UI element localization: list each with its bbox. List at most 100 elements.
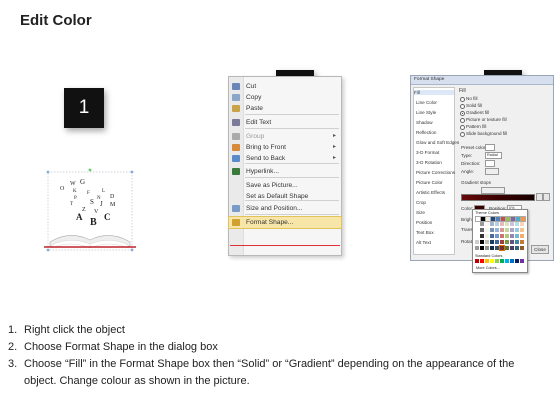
theme-shade-swatch[interactable] <box>520 228 524 232</box>
theme-shade-swatch[interactable] <box>500 234 504 238</box>
type-dropdown[interactable]: Radial <box>485 152 502 159</box>
radio-gradient-fill[interactable] <box>460 111 465 116</box>
theme-shade-swatch[interactable] <box>490 246 494 250</box>
category-line-color[interactable]: Line Color <box>416 100 437 105</box>
theme-shade-swatch[interactable] <box>510 246 514 250</box>
theme-shade-swatch[interactable] <box>520 240 524 244</box>
theme-shade-swatch[interactable] <box>490 240 494 244</box>
menu-item-send-to-back[interactable]: Send to Back ▸ <box>229 153 341 164</box>
standard-color-swatch[interactable] <box>510 259 514 263</box>
theme-shade-swatch[interactable] <box>485 234 489 238</box>
category-line-style[interactable]: Line Style <box>416 110 436 115</box>
book-picture[interactable]: OWGKFLPNTDSJMZVABC <box>40 168 140 256</box>
theme-shade-swatch[interactable] <box>475 222 479 226</box>
theme-shade-swatch[interactable] <box>505 240 509 244</box>
close-button[interactable]: Close <box>531 245 549 254</box>
theme-shade-swatch[interactable] <box>495 240 499 244</box>
theme-shade-swatch[interactable] <box>510 234 514 238</box>
radio-picture-or-texture-fill[interactable] <box>460 118 465 123</box>
theme-shade-swatch[interactable] <box>490 228 494 232</box>
standard-color-swatch[interactable] <box>480 259 484 263</box>
theme-shade-swatch[interactable] <box>475 240 479 244</box>
add-stop-button[interactable] <box>536 193 543 201</box>
theme-shade-swatch[interactable] <box>480 234 484 238</box>
theme-shade-swatch[interactable] <box>505 234 509 238</box>
theme-shade-swatch[interactable] <box>515 246 519 250</box>
theme-shade-swatch[interactable] <box>505 222 509 226</box>
theme-shade-swatch[interactable] <box>495 246 499 250</box>
theme-shade-swatch[interactable] <box>500 228 504 232</box>
direction-dropdown[interactable] <box>485 160 495 167</box>
standard-color-swatch[interactable] <box>490 259 494 263</box>
theme-shade-swatch[interactable] <box>485 222 489 226</box>
angle-field[interactable] <box>485 168 499 175</box>
theme-shade-swatch[interactable] <box>500 222 504 226</box>
standard-color-swatch[interactable] <box>495 259 499 263</box>
category-3-d-rotation[interactable]: 3-D Rotation <box>416 160 442 165</box>
theme-shade-swatch[interactable] <box>485 240 489 244</box>
menu-item-copy[interactable]: Copy <box>229 92 341 103</box>
theme-shade-swatch[interactable] <box>475 246 479 250</box>
theme-shade-swatch[interactable] <box>485 246 489 250</box>
menu-item-group[interactable]: Group ▸ <box>229 131 341 142</box>
standard-color-swatch[interactable] <box>485 259 489 263</box>
category-3-d-format[interactable]: 3-D Format <box>416 150 439 155</box>
theme-shade-swatch[interactable] <box>515 240 519 244</box>
theme-shade-swatch[interactable] <box>520 234 524 238</box>
menu-item-bring-to-front[interactable]: Bring to Front ▸ <box>229 142 341 153</box>
radio-solid-fill[interactable] <box>460 104 465 109</box>
category-fill[interactable]: Fill <box>414 90 454 95</box>
theme-shade-swatch[interactable] <box>505 228 509 232</box>
theme-shade-swatch[interactable] <box>495 228 499 232</box>
theme-shade-swatch[interactable] <box>490 222 494 226</box>
menu-item-paste[interactable]: Paste <box>229 103 341 114</box>
category-alt-text[interactable]: Alt Text <box>416 240 431 245</box>
radio-no-fill[interactable] <box>460 97 465 102</box>
category-position[interactable]: Position <box>416 220 432 225</box>
standard-color-swatch[interactable] <box>500 259 504 263</box>
standard-color-swatch[interactable] <box>515 259 519 263</box>
theme-shade-swatch[interactable] <box>480 228 484 232</box>
theme-shade-swatch[interactable] <box>475 234 479 238</box>
theme-shade-swatch[interactable] <box>515 234 519 238</box>
standard-color-swatch[interactable] <box>475 259 479 263</box>
category-glow-and-soft-edges[interactable]: Glow and Soft Edges <box>416 140 459 145</box>
theme-shade-swatch[interactable] <box>480 246 484 250</box>
gradient-stops-slider[interactable] <box>461 194 535 201</box>
theme-shade-swatch[interactable] <box>505 246 509 250</box>
radio-pattern-fill[interactable] <box>460 125 465 130</box>
theme-shade-swatch[interactable] <box>475 228 479 232</box>
theme-shade-swatch[interactable] <box>480 240 484 244</box>
remove-stop-button[interactable] <box>543 193 550 201</box>
theme-shade-swatch[interactable] <box>495 234 499 238</box>
menu-item-save-as-picture[interactable]: Save as Picture... <box>229 180 341 191</box>
preset-colors-dropdown[interactable] <box>485 144 495 151</box>
category-size[interactable]: Size <box>416 210 425 215</box>
theme-shade-swatch[interactable] <box>520 246 524 250</box>
more-colors-link[interactable]: More Colors... <box>476 266 500 270</box>
category-reflection[interactable]: Reflection <box>416 130 436 135</box>
menu-item-size-and-position[interactable]: Size and Position... <box>229 203 341 214</box>
menu-item-set-as-default-shape[interactable]: Set as Default Shape <box>229 191 341 202</box>
theme-shade-swatch[interactable] <box>510 222 514 226</box>
category-shadow[interactable]: Shadow <box>416 120 433 125</box>
category-picture-corrections[interactable]: Picture Corrections <box>416 170 455 175</box>
menu-item-format-shape[interactable]: Format Shape... <box>228 216 342 229</box>
radio-slide-background-fill[interactable] <box>460 132 465 137</box>
theme-shade-swatch[interactable] <box>510 228 514 232</box>
theme-shade-swatch[interactable] <box>480 222 484 226</box>
theme-shade-swatch[interactable] <box>515 222 519 226</box>
theme-shade-swatch[interactable] <box>510 240 514 244</box>
theme-shade-swatch[interactable] <box>495 222 499 226</box>
theme-shade-swatch[interactable] <box>520 222 524 226</box>
theme-shade-swatch[interactable] <box>490 234 494 238</box>
category-artistic-effects[interactable]: Artistic Effects <box>416 190 445 195</box>
theme-shade-swatch[interactable] <box>515 228 519 232</box>
standard-color-swatch[interactable] <box>505 259 509 263</box>
standard-color-swatch[interactable] <box>520 259 524 263</box>
menu-item-edit-text[interactable]: Edit Text <box>229 117 341 128</box>
category-text-box[interactable]: Text Box <box>416 230 434 235</box>
menu-item-cut[interactable]: Cut <box>229 81 341 92</box>
stop-buttons[interactable] <box>481 187 505 194</box>
category-crop[interactable]: Crop <box>416 200 426 205</box>
